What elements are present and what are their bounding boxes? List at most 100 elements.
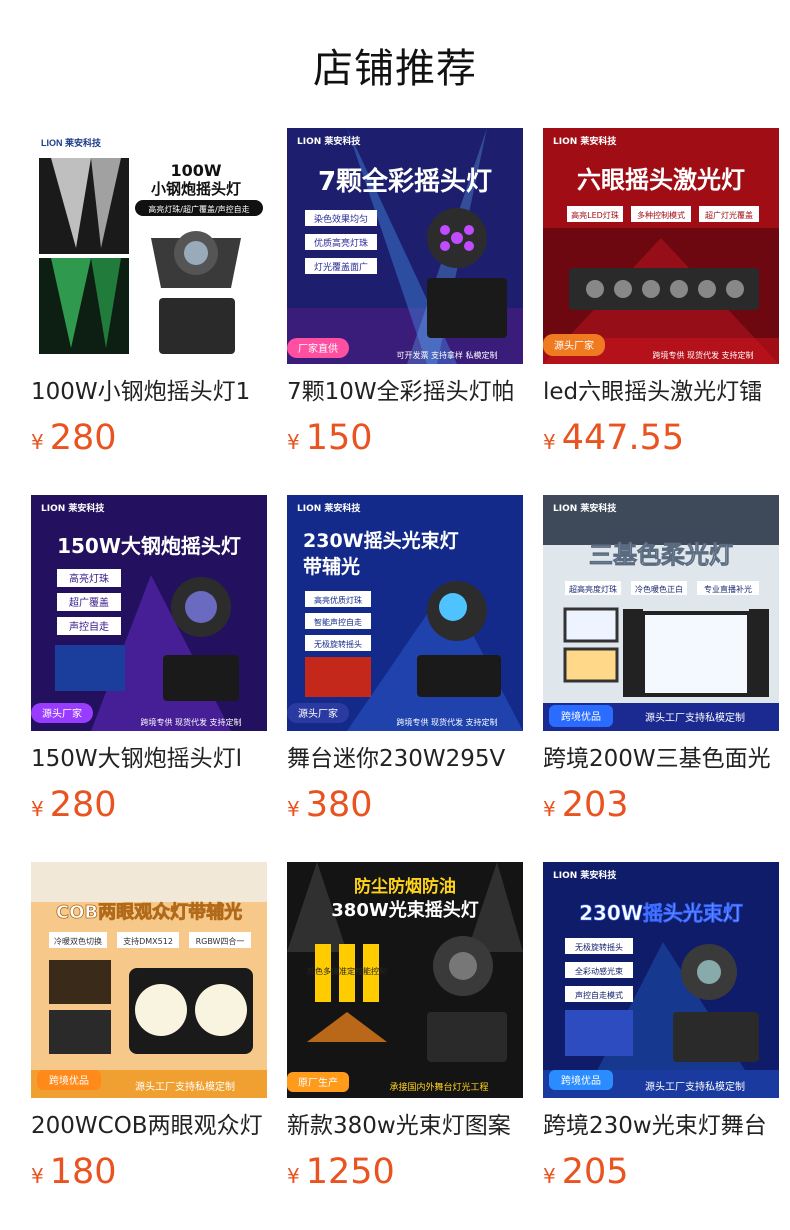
product-name[interactable]: 100W小钢炮摇头灯1	[31, 376, 267, 408]
svg-text:染色效果均匀: 染色效果均匀	[314, 213, 368, 225]
svg-text:全彩动感光束: 全彩动感光束	[575, 966, 623, 976]
product-price: ¥1250	[287, 1150, 395, 1194]
price-amount: 1250	[305, 1152, 395, 1192]
svg-text:LION 莱安科技: LION 莱安科技	[553, 135, 617, 147]
svg-text:小钢炮摇头灯: 小钢炮摇头灯	[151, 180, 241, 198]
product-name[interactable]: 跨境230w光束灯舞台	[543, 1110, 779, 1142]
product-name[interactable]: 150W大钢炮摇头灯l	[31, 743, 267, 775]
currency-symbol: ¥	[543, 797, 556, 821]
svg-text:防尘防烟防油: 防尘防烟防油	[354, 876, 456, 897]
product-price: ¥203	[543, 783, 629, 827]
svg-text:跨境优品: 跨境优品	[561, 1074, 601, 1087]
svg-text:专业直播补光: 专业直播补光	[704, 584, 752, 594]
svg-text:150W大钢炮摇头灯: 150W大钢炮摇头灯	[57, 534, 241, 558]
price-amount: 205	[561, 1152, 629, 1192]
svg-text:承接国内外舞台灯光工程: 承接国内外舞台灯光工程	[389, 1081, 488, 1093]
svg-text:LION 莱安科技: LION 莱安科技	[553, 502, 617, 514]
svg-text:源头工厂支持私模定制: 源头工厂支持私模定制	[135, 1080, 235, 1093]
product-image[interactable]: LION 莱安科技 7颗全彩摇头灯 染色效果均匀 优质高亮灯珠 灯光覆盖面广 厂…	[287, 128, 523, 364]
svg-text:声控自走模式: 声控自走模式	[575, 990, 623, 1000]
currency-symbol: ¥	[543, 1164, 556, 1188]
svg-text:超高亮度灯珠: 超高亮度灯珠	[569, 584, 617, 594]
product-name[interactable]: 新款380w光束灯图案	[287, 1110, 523, 1142]
product-image[interactable]: LION 莱安科技 六眼摇头激光灯 高亮LED灯珠 多种控制模式 超广灯光覆盖 …	[543, 128, 779, 364]
svg-text:230W摇头光束灯: 230W摇头光束灯	[579, 901, 743, 925]
currency-symbol: ¥	[287, 797, 300, 821]
svg-text:高亮灯珠/超广覆盖/声控自走: 高亮灯珠/超广覆盖/声控自走	[148, 204, 249, 214]
svg-text:230W摇头光束灯: 230W摇头光束灯	[303, 529, 459, 552]
svg-text:支持DMX512: 支持DMX512	[123, 936, 173, 946]
svg-text:跨境专供 现货代发 支持定制: 跨境专供 现货代发 支持定制	[652, 350, 753, 360]
svg-text:源头工厂支持私模定制: 源头工厂支持私模定制	[645, 711, 745, 724]
currency-symbol: ¥	[287, 430, 300, 454]
svg-text:声控自走: 声控自走	[69, 620, 109, 633]
product-price: ¥447.55	[543, 416, 684, 460]
product-price: ¥280	[31, 783, 117, 827]
product-name[interactable]: led六眼摇头激光灯镭	[543, 376, 779, 408]
currency-symbol: ¥	[31, 1164, 44, 1188]
price-amount: 203	[561, 785, 629, 825]
product-image[interactable]: LION 莱安科技 230W摇头光束灯 无极旋转摇头 全彩动感光束 声控自走模式…	[543, 862, 779, 1098]
svg-text:跨境优品: 跨境优品	[561, 710, 601, 723]
svg-text:六眼摇头激光灯: 六眼摇头激光灯	[577, 166, 745, 194]
svg-text:LION 莱安科技: LION 莱安科技	[297, 135, 361, 147]
svg-text:厂家直供: 厂家直供	[298, 342, 338, 355]
svg-text:源头工厂支持私模定制: 源头工厂支持私模定制	[645, 1080, 745, 1093]
svg-text:跨境专供 现货代发 支持定制: 跨境专供 现货代发 支持定制	[140, 717, 241, 727]
product-image[interactable]: LION 莱安科技 150W大钢炮摇头灯 高亮灯珠 超广覆盖 声控自走 源头厂家…	[31, 495, 267, 731]
svg-text:多种控制模式: 多种控制模式	[637, 210, 685, 220]
price-amount: 150	[305, 418, 373, 458]
svg-text:LION 莱安科技: LION 莱安科技	[297, 502, 361, 514]
svg-text:无极旋转摇头: 无极旋转摇头	[314, 639, 362, 649]
svg-text:源头厂家: 源头厂家	[42, 707, 82, 720]
product-price: ¥205	[543, 1150, 629, 1194]
svg-text:冷暖双色切换: 冷暖双色切换	[54, 936, 102, 946]
svg-text:高亮优质灯珠: 高亮优质灯珠	[314, 595, 362, 605]
svg-text:可开发票 支持拿样 私模定制: 可开发票 支持拿样 私模定制	[396, 350, 497, 360]
currency-symbol: ¥	[31, 797, 44, 821]
svg-text:智能声控自走: 智能声控自走	[314, 617, 362, 627]
svg-text:高亮灯珠: 高亮灯珠	[69, 572, 109, 585]
product-price: ¥280	[31, 416, 117, 460]
svg-text:源头厂家: 源头厂家	[554, 339, 594, 352]
product-image[interactable]: LION 莱安科技 230W摇头光束灯 带辅光 高亮优质灯珠 智能声控自走 无极…	[287, 495, 523, 731]
product-image[interactable]: 防尘防烟防油 380W光束摇头灯 颜色多变 精准定位 智能控制 原厂生产 承接国…	[287, 862, 523, 1098]
price-amount: 280	[49, 418, 117, 458]
currency-symbol: ¥	[543, 430, 556, 454]
currency-symbol: ¥	[287, 1164, 300, 1188]
product-name[interactable]: 跨境200W三基色面光	[543, 743, 779, 775]
section-title: 店铺推荐	[313, 46, 477, 92]
product-price: ¥380	[287, 783, 373, 827]
price-amount: 180	[49, 1152, 117, 1192]
svg-text:超广灯光覆盖: 超广灯光覆盖	[705, 210, 753, 220]
svg-text:7颗全彩摇头灯: 7颗全彩摇头灯	[318, 166, 492, 197]
svg-text:源头厂家: 源头厂家	[298, 707, 338, 720]
currency-symbol: ¥	[31, 430, 44, 454]
svg-text:LION 莱安科技: LION 莱安科技	[41, 137, 102, 148]
svg-text:优质高亮灯珠: 优质高亮灯珠	[314, 237, 368, 249]
svg-text:原厂生产: 原厂生产	[298, 1076, 338, 1089]
svg-text:100W: 100W	[170, 161, 221, 180]
price-amount: 447.55	[561, 418, 685, 458]
svg-text:LION 莱安科技: LION 莱安科技	[41, 502, 105, 514]
product-price: ¥180	[31, 1150, 117, 1194]
product-name[interactable]: 200WCOB两眼观众灯	[31, 1110, 267, 1142]
svg-text:冷色暖色正白: 冷色暖色正白	[635, 584, 683, 594]
price-amount: 380	[305, 785, 373, 825]
svg-text:高亮LED灯珠: 高亮LED灯珠	[571, 210, 619, 220]
svg-text:灯光覆盖面广: 灯光覆盖面广	[314, 261, 368, 273]
product-image[interactable]: LION 莱安科技 三基色柔光灯 超高亮度灯珠 冷色暖色正白 专业直播补光 跨境…	[543, 495, 779, 731]
svg-text:跨境优品: 跨境优品	[49, 1074, 89, 1087]
svg-text:超广覆盖: 超广覆盖	[69, 596, 109, 609]
svg-text:380W光束摇头灯: 380W光束摇头灯	[331, 899, 478, 921]
svg-text:智能控制: 智能控制	[355, 966, 387, 976]
product-name[interactable]: 舞台迷你230W295V	[287, 743, 523, 775]
svg-text:无极旋转摇头: 无极旋转摇头	[575, 942, 623, 952]
product-image[interactable]: LION 莱安科技 100W 小钢炮摇头灯 高亮灯珠/超广覆盖/声控自走	[31, 128, 267, 364]
svg-text:带辅光: 带辅光	[303, 555, 360, 578]
product-price: ¥150	[287, 416, 373, 460]
product-image[interactable]: COB两眼观众灯带辅光 冷暖双色切换 支持DMX512 RGBW四合一 跨境优品…	[31, 862, 267, 1098]
price-amount: 280	[49, 785, 117, 825]
svg-text:三基色柔光灯: 三基色柔光灯	[589, 541, 733, 569]
product-name[interactable]: 7颗10W全彩摇头灯帕	[287, 376, 523, 408]
